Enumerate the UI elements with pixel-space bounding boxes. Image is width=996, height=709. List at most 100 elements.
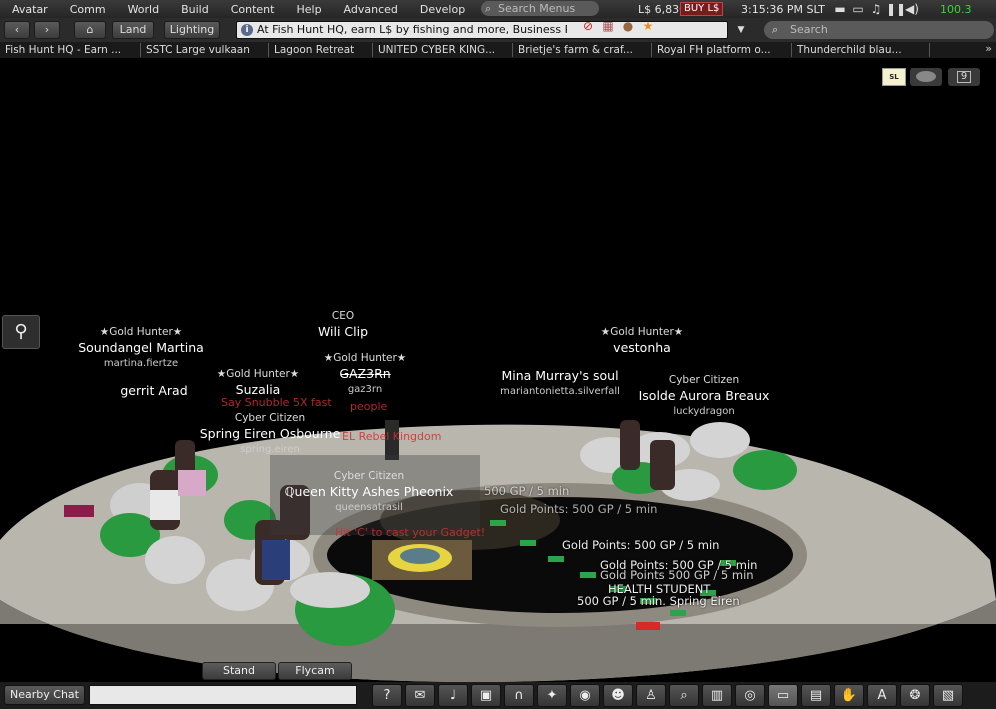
menu-build[interactable]: Build — [170, 3, 220, 16]
ao-icon[interactable]: A — [867, 684, 897, 707]
menu-help[interactable]: Help — [285, 3, 332, 16]
monitor-icon[interactable]: ▭ — [850, 2, 866, 16]
avatar-tag[interactable]: Cyber Citizen Isolde Aurora Breaux lucky… — [639, 372, 770, 420]
minimap-icon[interactable]: ◎ — [735, 684, 765, 707]
favorite-item[interactable]: UNITED CYBER KING... — [373, 43, 513, 57]
volume-icon[interactable]: ◀) — [904, 2, 920, 16]
favorite-item[interactable]: Royal FH platform o... — [652, 43, 792, 57]
avatar-username: spring.eiren — [240, 444, 300, 455]
chat-input[interactable] — [89, 685, 357, 705]
pause-icon[interactable]: ❚❚ — [886, 2, 906, 16]
lock-icon[interactable]: ▣ — [471, 684, 501, 707]
menu-comm[interactable]: Comm — [59, 3, 117, 16]
avatar-name: G̶A̶Z̶3̶R̶n̶ — [339, 366, 391, 381]
help-icon[interactable]: ? — [372, 684, 402, 707]
avatar-tag[interactable]: ★Gold Hunter★ Soundangel Martina martina… — [78, 324, 204, 372]
notifications-button[interactable]: 9 — [948, 68, 980, 86]
menu-avatar[interactable]: Avatar — [0, 3, 59, 16]
nearby-chat-button[interactable]: Nearby Chat — [4, 685, 85, 705]
hover-text: people — [350, 400, 388, 413]
move-icon[interactable]: ✦ — [537, 684, 567, 707]
avatar-title: ★Gold Hunter★ — [600, 326, 684, 338]
info-icon[interactable]: i — [241, 24, 253, 36]
buy-currency-button[interactable]: BUY L$ — [680, 2, 724, 16]
avatar-tag[interactable]: Mina Murray's soul mariantonietta.silver… — [500, 368, 620, 400]
favorite-item[interactable]: Brietje's farm & craf... — [513, 43, 652, 57]
favorites-bar: Fish Hunt HQ - Earn ... SSTC Large vulka… — [0, 42, 996, 58]
hover-text: Gold Points: 500 GP / 5 min — [500, 502, 658, 516]
appearance-icon[interactable]: ♙ — [636, 684, 666, 707]
favorite-item[interactable]: SSTC Large vulkaan — [141, 43, 269, 57]
chat-bubble-icon[interactable] — [910, 68, 942, 86]
music-icon[interactable]: ♫ — [868, 2, 884, 16]
favorite-star-icon[interactable]: ★ — [640, 20, 656, 33]
balance-display[interactable]: L$ 6,830 — [638, 3, 686, 16]
hover-text: Gold Points 500 GP / 5 min — [600, 568, 754, 582]
notifications-count: 9 — [957, 71, 971, 83]
menu-develop[interactable]: Develop — [409, 3, 476, 16]
hover-text: Say Snubble 5X fast — [221, 396, 332, 409]
destinations-icon[interactable]: ❂ — [900, 684, 930, 707]
voice-icon[interactable]: ∩ — [504, 684, 534, 707]
menu-content[interactable]: Content — [220, 3, 286, 16]
places-icon[interactable]: ▧ — [933, 684, 963, 707]
favorite-item[interactable]: Fish Hunt HQ - Earn ... — [0, 43, 141, 57]
build-icon[interactable]: ▦ — [600, 20, 616, 33]
avatar-username: queensatrasil — [335, 502, 403, 513]
menu-world[interactable]: World — [117, 3, 171, 16]
search-icon[interactable]: ⌕ — [669, 684, 699, 707]
hover-text: Gold Points: 500 GP / 5 min — [562, 538, 720, 552]
search-icon: ⌕ — [485, 1, 492, 15]
no-script-icon[interactable]: ⊘ — [580, 20, 596, 33]
forward-button[interactable]: › — [34, 21, 60, 39]
avatar-name: Soundangel Martina — [78, 340, 204, 355]
flycam-button[interactable]: Flycam — [278, 662, 352, 680]
avatar-tag[interactable]: gerrit Arad — [120, 383, 187, 399]
avatar-name: gerrit Arad — [120, 383, 188, 398]
back-button[interactable]: ‹ — [4, 21, 30, 39]
gestures-icon[interactable]: ✋ — [834, 684, 864, 707]
push-icon[interactable]: ● — [620, 20, 636, 33]
avatar-username: luckydragon — [673, 406, 735, 417]
search-menus-input[interactable]: ⌕ Search Menus — [481, 1, 599, 16]
favorite-item[interactable]: Thunderchild blau... — [792, 43, 930, 57]
parcel-icons: ⊘ ▦ ● ★ — [580, 20, 656, 33]
favorite-item[interactable]: Lagoon Retreat — [269, 43, 373, 57]
status-icons: ▬ ▭ ♫ ❚❚ ◀) — [832, 2, 920, 16]
map-pin-icon[interactable]: ⚲ — [2, 315, 40, 349]
snapshot-icon[interactable]: ▭ — [768, 684, 798, 707]
world-viewport[interactable]: ★Gold Hunter★ Soundangel Martina martina… — [0, 58, 996, 682]
location-dropdown-icon[interactable]: ▼ — [732, 21, 750, 39]
avatar-tag[interactable]: ★Gold Hunter★ Suzalia — [217, 366, 299, 398]
people-icon[interactable]: ☻ — [603, 684, 633, 707]
avatar-tag[interactable]: CEO Wili Clip — [318, 308, 368, 340]
land-button[interactable]: Land — [112, 21, 154, 39]
avatar-name: Isolde Aurora Breaux — [638, 388, 770, 403]
avatar-username: gaz3rn — [347, 384, 383, 395]
map-icon[interactable]: ▥ — [702, 684, 732, 707]
avatar-title: Cyber Citizen — [234, 412, 306, 424]
inventory-icon[interactable]: ▤ — [801, 684, 831, 707]
avatar-tag[interactable]: Cyber Citizen Spring Eiren Osbourne spri… — [200, 410, 341, 458]
hover-text: 500 GP / 5 min. Spring Eiren — [577, 594, 740, 608]
favorites-more-icon[interactable]: » — [985, 42, 992, 55]
home-button[interactable]: ⌂ — [74, 21, 106, 39]
search-placeholder: Search — [790, 23, 828, 36]
video-icon[interactable]: ▬ — [832, 2, 848, 16]
avatar-tag[interactable]: ★Gold Hunter★ vestonha — [601, 324, 683, 356]
location-text: At Fish Hunt HQ, earn L$ by fishing and … — [257, 23, 567, 36]
clock-display: 3:15:36 PM SLT — [741, 3, 825, 16]
view-icon[interactable]: ◉ — [570, 684, 600, 707]
avatar-tag[interactable]: Cyber Citizen ℚueen Kitty Ashes Pheonix … — [285, 468, 454, 516]
stand-button[interactable]: Stand — [202, 662, 276, 680]
avatar-title: Cyber Citizen — [668, 374, 740, 386]
forward-arrow-icon: › — [44, 23, 50, 36]
chat-icon[interactable]: ✉ — [405, 684, 435, 707]
speak-icon[interactable]: ♩ — [438, 684, 468, 707]
back-arrow-icon: ‹ — [14, 23, 20, 36]
media-icon[interactable]: SL — [882, 68, 906, 86]
avatar-tag[interactable]: ★Gold Hunter★ G̶A̶Z̶3̶R̶n̶ gaz3rn — [324, 350, 406, 398]
search-input[interactable]: ⌕ Search — [764, 21, 994, 39]
menu-advanced[interactable]: Advanced — [333, 3, 409, 16]
lighting-button[interactable]: Lighting — [164, 21, 220, 39]
